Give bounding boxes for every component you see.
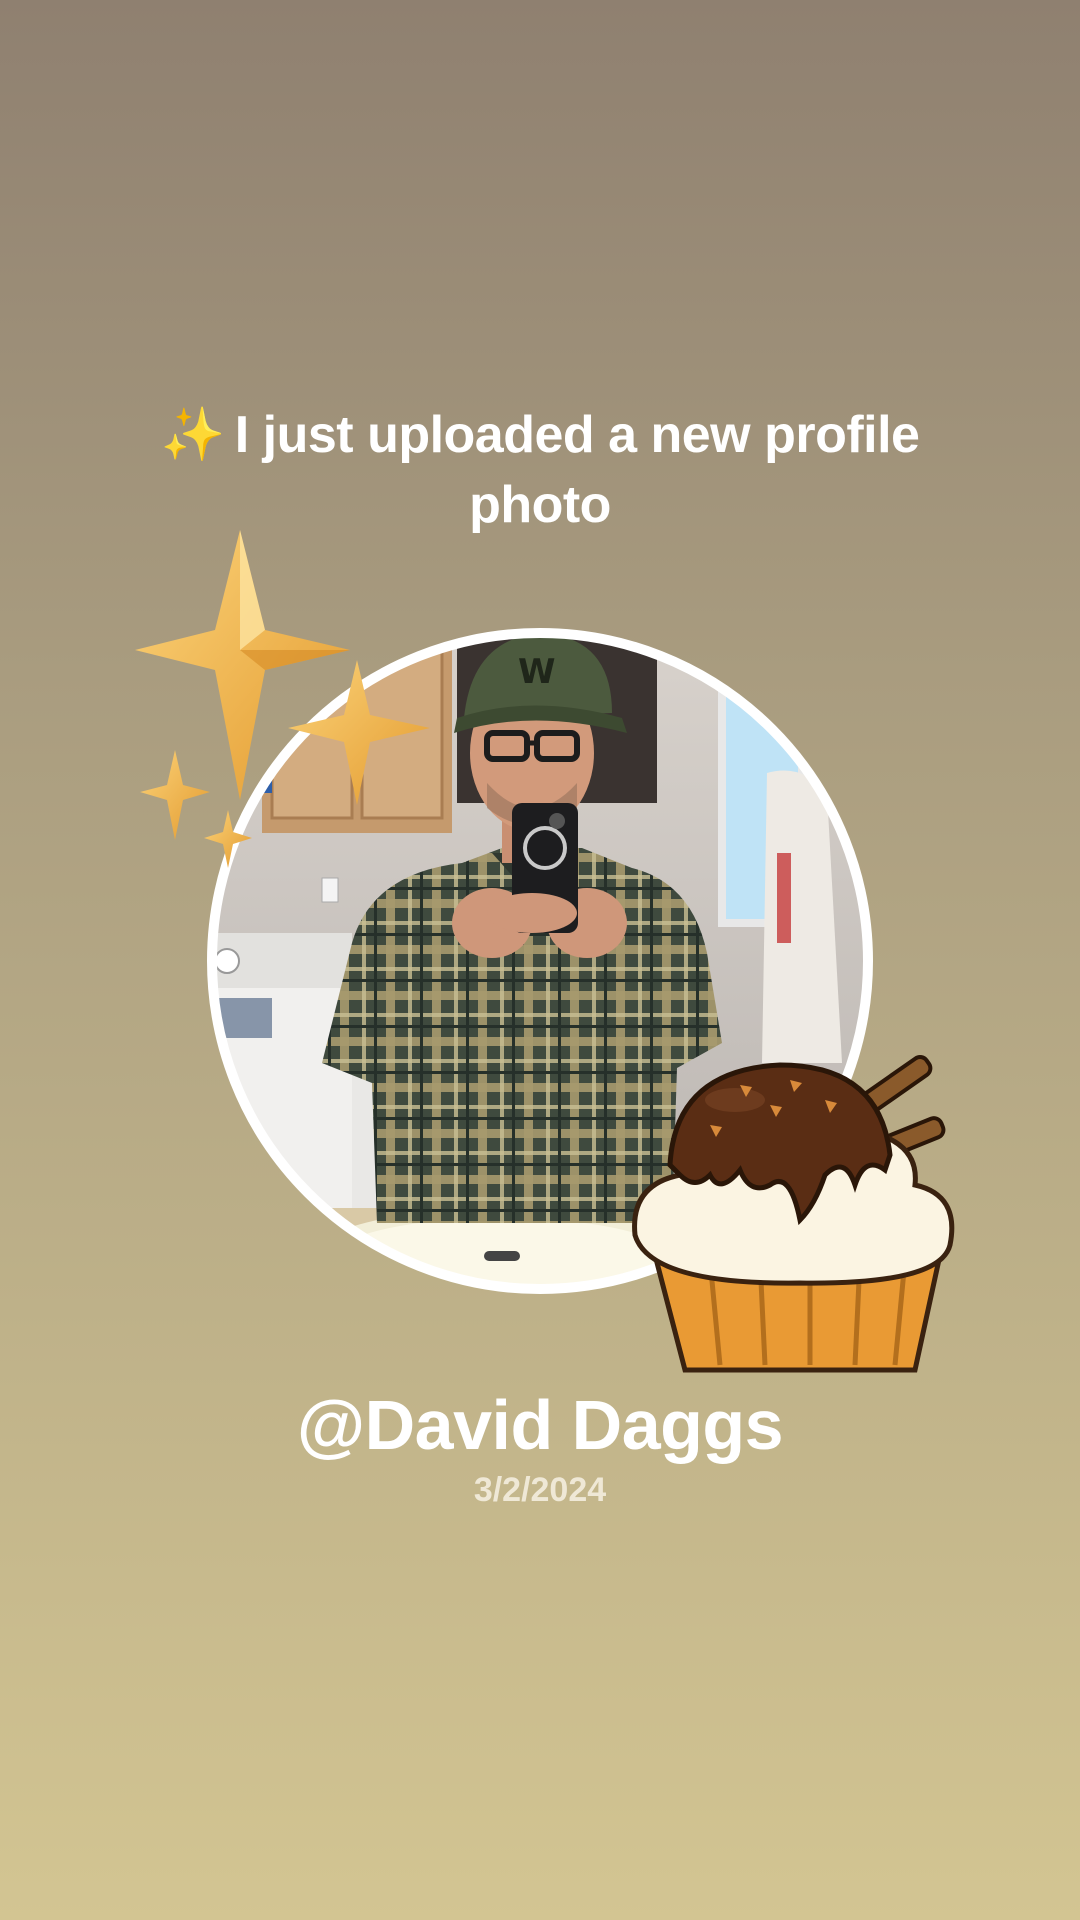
post-date: 3/2/2024	[473, 1471, 607, 1509]
headline: ✨ I just uploaded a new profile photo	[140, 400, 940, 540]
sparkle-emoji: ✨	[160, 406, 226, 464]
sparkles-icon	[135, 530, 430, 868]
username: @David Daggs	[296, 1386, 784, 1464]
headline-text: I just uploaded a new profile photo	[234, 406, 920, 534]
cupcake-icon	[632, 1055, 955, 1373]
svg-text:W: W	[518, 652, 556, 692]
